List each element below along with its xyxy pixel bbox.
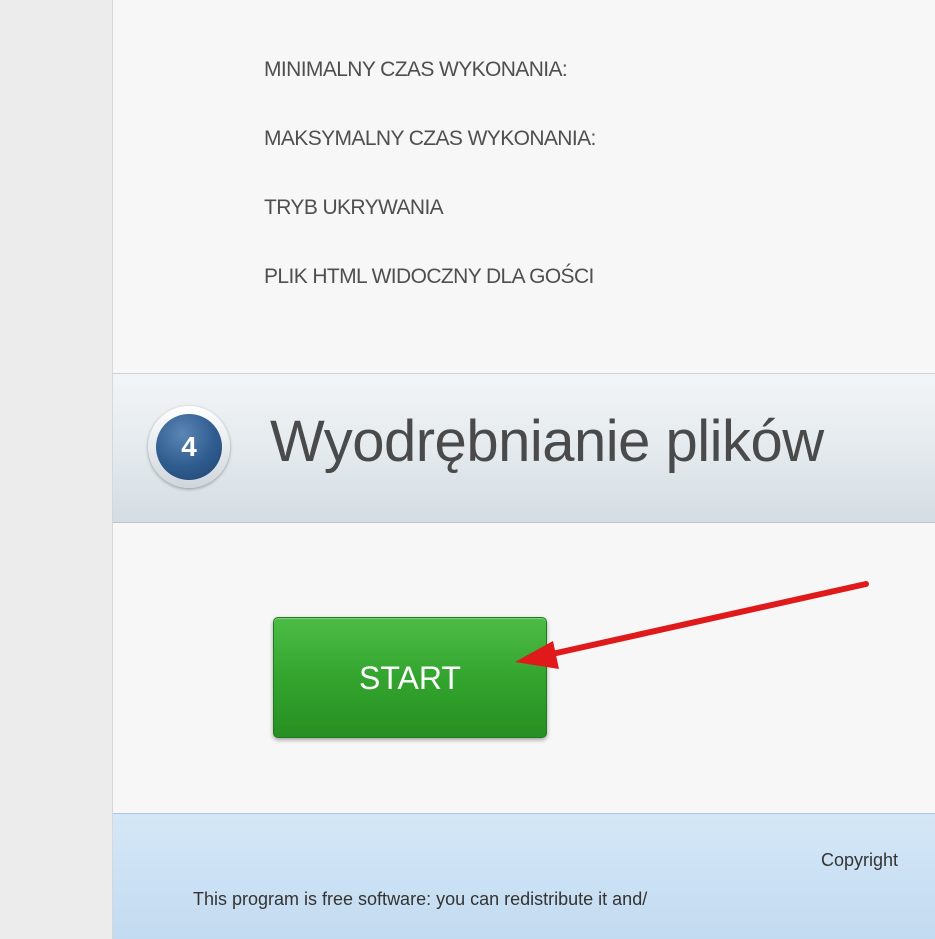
- left-gutter: [0, 0, 112, 939]
- footer-copyright: Copyright: [821, 850, 899, 870]
- footer-license: This program is free software: you can r…: [193, 889, 648, 909]
- page: MINIMALNY CZAS WYKONANIA: MAKSYMALNY CZA…: [0, 0, 935, 939]
- arrow-shaft: [540, 581, 869, 659]
- arrow-head: [515, 641, 559, 669]
- content-panel: MINIMALNY CZAS WYKONANIA: MAKSYMALNY CZA…: [112, 0, 935, 939]
- red-arrow-icon: [515, 581, 869, 669]
- footer: Copyright This program is free software:…: [113, 813, 935, 939]
